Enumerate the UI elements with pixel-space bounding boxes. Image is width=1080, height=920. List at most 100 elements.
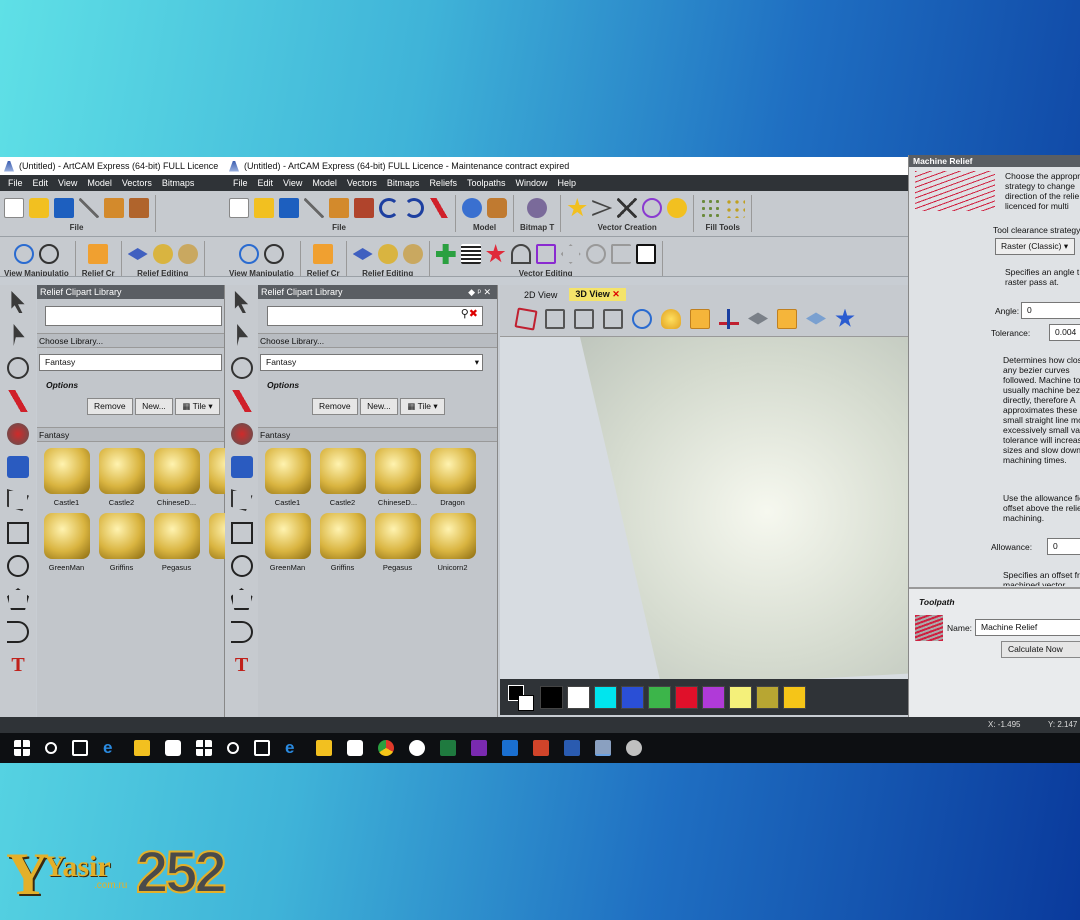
remove-button-2[interactable]: Remove — [312, 398, 358, 415]
tab-close-icon[interactable]: ✕ — [612, 289, 620, 299]
excel-icon[interactable] — [440, 740, 456, 756]
polygon-icon[interactable] — [230, 588, 253, 610]
paste-icon[interactable] — [129, 198, 149, 218]
fill-pattern-2-icon[interactable] — [725, 198, 746, 218]
search-icon[interactable] — [45, 742, 57, 754]
menu-item-file[interactable]: File — [233, 178, 248, 188]
color-swatch[interactable] — [675, 685, 698, 709]
clipart-item[interactable]: Castle1 — [39, 448, 94, 507]
align-icon[interactable] — [635, 244, 656, 264]
ellipse-icon[interactable] — [7, 555, 29, 577]
onenote-icon[interactable] — [471, 740, 487, 756]
light-bulb-icon[interactable] — [661, 308, 681, 329]
arc-icon[interactable] — [7, 621, 29, 643]
task-view-icon[interactable] — [72, 740, 88, 756]
chrome-icon[interactable] — [378, 740, 394, 756]
offset-icon[interactable] — [560, 244, 581, 264]
zoom-icon[interactable] — [238, 244, 259, 264]
axes-icon[interactable] — [719, 308, 739, 329]
relief-figure-2-icon[interactable] — [177, 244, 198, 264]
menu-item-model[interactable]: Model — [87, 178, 112, 188]
relief-figure-2-icon[interactable] — [402, 244, 423, 264]
wave-icon[interactable] — [460, 244, 481, 264]
store-icon-2[interactable] — [347, 740, 363, 756]
paint-taskbar-icon[interactable] — [626, 740, 642, 756]
remove-button[interactable]: Remove — [87, 398, 133, 415]
menu-item-window[interactable]: Window — [515, 178, 547, 188]
fill-pattern-icon[interactable] — [700, 198, 721, 218]
bitmap-trace-icon[interactable] — [527, 198, 548, 218]
select-arrow-icon[interactable] — [11, 291, 25, 313]
library-select-2[interactable]: Fantasy ▾ — [260, 354, 483, 371]
clipart-item[interactable]: GreenMan — [260, 513, 315, 572]
globe-icon[interactable] — [263, 244, 284, 264]
paint-icon[interactable] — [230, 423, 253, 445]
new-file-icon[interactable] — [4, 198, 24, 218]
zoom-icon[interactable] — [13, 244, 34, 264]
color-swatch[interactable] — [702, 685, 725, 709]
color-swatch[interactable] — [756, 685, 779, 709]
clipart-search-input[interactable] — [45, 306, 222, 326]
add-vector-icon[interactable] — [435, 244, 456, 264]
relief-plane-icon[interactable] — [127, 248, 148, 260]
arc-icon[interactable] — [230, 621, 253, 643]
windows-start-icon[interactable] — [14, 740, 30, 756]
relief-clipart-icon[interactable] — [88, 244, 109, 264]
hp-icon[interactable] — [409, 740, 425, 756]
fillet-icon[interactable] — [585, 244, 606, 264]
clipart-item[interactable]: Castle1 — [260, 448, 315, 507]
shape-icon[interactable] — [667, 198, 688, 218]
edge-browser-icon[interactable]: e — [103, 739, 119, 756]
powerpoint-icon[interactable] — [533, 740, 549, 756]
clipart-item[interactable]: Dr — [204, 448, 225, 507]
color-swatch[interactable] — [783, 685, 806, 709]
clipart-item[interactable]: Castle2 — [315, 448, 370, 507]
color-swatch[interactable] — [567, 685, 590, 709]
menu-item-edit[interactable]: Edit — [33, 178, 49, 188]
allowance-input[interactable]: 0 — [1047, 538, 1080, 555]
tab-3d-view[interactable]: 3D View ✕ — [569, 288, 626, 301]
bell-icon[interactable] — [510, 244, 531, 264]
color-swatch[interactable] — [540, 685, 563, 709]
cube-view-icon[interactable] — [545, 308, 565, 329]
menu-item-view[interactable]: View — [58, 178, 77, 188]
menu-item-edit[interactable]: Edit — [258, 178, 274, 188]
open-folder-icon[interactable] — [29, 198, 49, 218]
clipart-item[interactable]: Castle2 — [94, 448, 149, 507]
copy-icon[interactable] — [104, 198, 124, 218]
text-tool-icon[interactable]: T — [7, 654, 29, 676]
cut-icon[interactable] — [304, 198, 324, 218]
select-arrow-icon[interactable] — [234, 291, 249, 313]
color-swatch[interactable] — [594, 685, 617, 709]
clipart-item[interactable]: Dragon — [425, 448, 480, 507]
clipart-item[interactable]: Griffins — [94, 513, 149, 572]
menu-item-bitmaps[interactable]: Bitmaps — [387, 178, 420, 188]
clipart-item[interactable]: Un — [204, 513, 225, 572]
text-tool-icon[interactable]: T — [231, 654, 253, 676]
menu-item-vectors[interactable]: Vectors — [122, 178, 152, 188]
search-clear-icon[interactable]: ⚲✖ — [461, 307, 478, 322]
polygon-icon[interactable] — [7, 588, 29, 610]
new-button[interactable]: New... — [135, 398, 173, 415]
copy-icon[interactable] — [329, 198, 349, 218]
clipart-item[interactable]: GreenMan — [39, 513, 94, 572]
clipart-item[interactable]: Unicorn2 — [425, 513, 480, 572]
paste-icon[interactable] — [354, 198, 374, 218]
cross-icon[interactable] — [617, 198, 638, 218]
menu-item-vectors[interactable]: Vectors — [347, 178, 377, 188]
rectangle-icon[interactable] — [230, 522, 253, 544]
paint-icon[interactable] — [7, 423, 29, 445]
shaded-icon[interactable] — [777, 308, 797, 329]
menu-item-toolpaths[interactable]: Toolpaths — [467, 178, 506, 188]
fill-icon[interactable] — [7, 456, 29, 478]
clipart-item[interactable]: Pegasus — [370, 513, 425, 572]
color-swatch[interactable] — [648, 685, 671, 709]
outlook-icon[interactable] — [502, 740, 518, 756]
star-vector-icon[interactable] — [486, 244, 506, 263]
undo-icon[interactable] — [379, 198, 399, 218]
3d-canvas[interactable] — [500, 337, 910, 679]
iso-view-icon[interactable] — [514, 306, 538, 331]
color-swatch[interactable] — [621, 685, 644, 709]
relief-plane-icon[interactable] — [352, 248, 373, 260]
file-explorer-icon-2[interactable] — [316, 740, 332, 756]
